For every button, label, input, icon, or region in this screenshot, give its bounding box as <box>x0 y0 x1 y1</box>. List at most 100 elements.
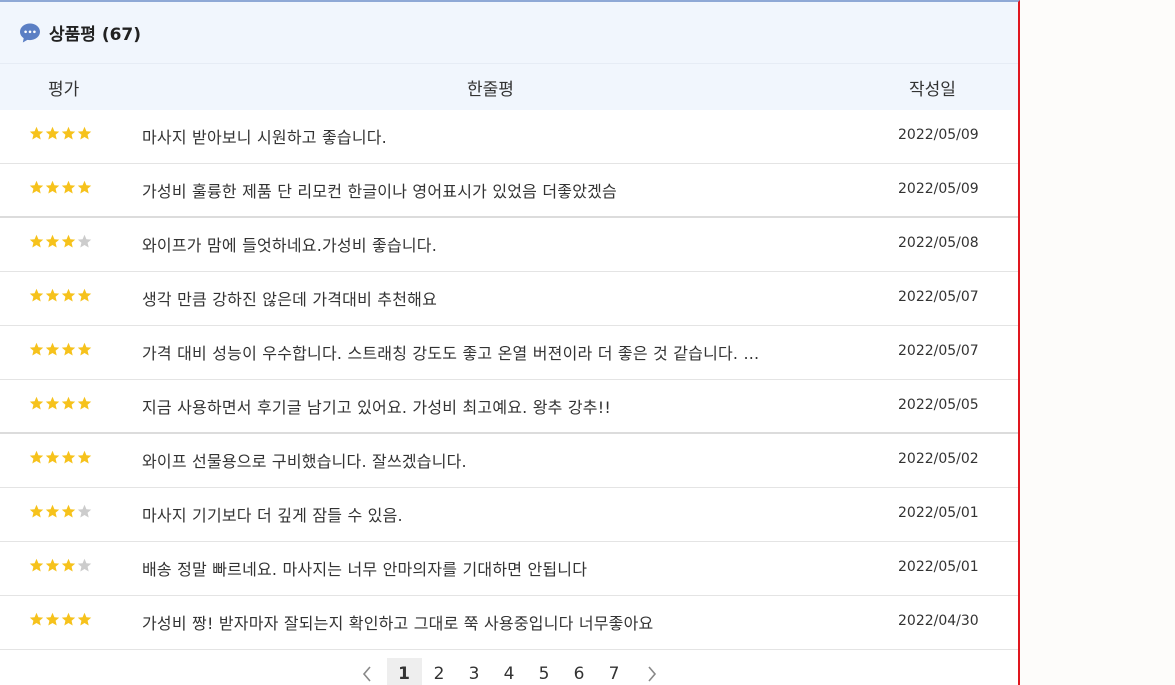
chat-bubble-icon <box>20 23 40 42</box>
star-filled-icon <box>61 612 76 626</box>
star-filled-icon <box>61 180 76 194</box>
star-rating <box>29 450 92 465</box>
review-date: 2022/05/08 <box>898 235 979 251</box>
pagination-next-button[interactable] <box>632 658 672 685</box>
review-row[interactable]: 배송 정말 빠르네요. 마사지는 너무 안마의자를 기대하면 안됩니다 2022… <box>0 542 1018 596</box>
review-row[interactable]: 가성비 짱! 받자마자 잘되는지 확인하고 그대로 쭉 사용중입니다 너무좋아요… <box>0 596 1018 650</box>
star-filled-icon <box>45 558 60 572</box>
star-filled-icon <box>29 558 44 572</box>
star-filled-icon <box>45 450 60 464</box>
review-row[interactable]: 지금 사용하면서 후기글 남기고 있어요. 가성비 최고예요. 왕추 강추!! … <box>0 380 1018 434</box>
chevron-left-icon <box>362 666 371 682</box>
review-text[interactable]: 마사지 받아보니 시원하고 좋습니다. <box>142 124 387 148</box>
star-rating <box>29 342 92 357</box>
review-text[interactable]: 와이프가 맘에 들엇하네요.가성비 좋습니다. <box>142 232 437 256</box>
page-button-5[interactable]: 5 <box>527 658 562 685</box>
star-empty-icon <box>77 558 92 572</box>
review-header: 상품평 (67) <box>0 2 1018 64</box>
star-filled-icon <box>77 396 92 410</box>
star-rating <box>29 612 92 627</box>
star-rating <box>29 558 92 573</box>
star-filled-icon <box>29 234 44 248</box>
star-filled-icon <box>29 450 44 464</box>
column-header-rating: 평가 <box>48 80 80 100</box>
star-filled-icon <box>77 126 92 140</box>
star-filled-icon <box>45 504 60 518</box>
page-button-7[interactable]: 7 <box>597 658 632 685</box>
blank-area <box>1020 0 1175 685</box>
star-filled-icon <box>29 180 44 194</box>
star-filled-icon <box>61 450 76 464</box>
review-row[interactable]: 마사지 받아보니 시원하고 좋습니다. 2022/05/09 <box>0 110 1018 164</box>
star-filled-icon <box>61 396 76 410</box>
star-empty-icon <box>77 234 92 248</box>
review-text[interactable]: 배송 정말 빠르네요. 마사지는 너무 안마의자를 기대하면 안됩니다 <box>142 556 587 580</box>
review-panel: 상품평 (67) 평가 한줄평 작성일 마사지 받아보니 시원하고 좋습니다. … <box>0 0 1020 685</box>
pagination-prev-button[interactable] <box>347 658 387 685</box>
star-filled-icon <box>77 450 92 464</box>
page-button-3[interactable]: 3 <box>457 658 492 685</box>
star-filled-icon <box>45 126 60 140</box>
page-button-4[interactable]: 4 <box>492 658 527 685</box>
page-button-1[interactable]: 1 <box>386 658 422 685</box>
review-list: 마사지 받아보니 시원하고 좋습니다. 2022/05/09 가성비 훌륭한 제… <box>0 110 1018 650</box>
star-filled-icon <box>61 342 76 356</box>
review-row[interactable]: 마사지 기기보다 더 깊게 잠들 수 있음. 2022/05/01 <box>0 488 1018 542</box>
page-button-6[interactable]: 6 <box>562 658 597 685</box>
star-filled-icon <box>45 180 60 194</box>
star-filled-icon <box>29 396 44 410</box>
review-row[interactable]: 가격 대비 성능이 우수합니다. 스트래칭 강도도 좋고 온열 버젼이라 더 좋… <box>0 326 1018 380</box>
star-filled-icon <box>61 504 76 518</box>
review-text[interactable]: 마사지 기기보다 더 깊게 잠들 수 있음. <box>142 502 403 526</box>
star-filled-icon <box>77 288 92 302</box>
review-date: 2022/05/07 <box>898 343 979 359</box>
review-text[interactable]: 와이프 선물용으로 구비했습니다. 잘쓰겠습니다. <box>142 448 467 472</box>
star-filled-icon <box>29 126 44 140</box>
star-filled-icon <box>77 612 92 626</box>
column-header-date: 작성일 <box>909 80 956 100</box>
star-filled-icon <box>77 342 92 356</box>
star-filled-icon <box>29 504 44 518</box>
review-date: 2022/05/09 <box>898 127 979 143</box>
column-header-row: 평가 한줄평 작성일 <box>0 64 1018 110</box>
chevron-right-icon <box>647 666 656 682</box>
pagination: 1 2 3 4 5 6 7 <box>0 658 1018 685</box>
star-filled-icon <box>45 342 60 356</box>
star-filled-icon <box>61 126 76 140</box>
review-date: 2022/05/01 <box>898 505 979 521</box>
review-text[interactable]: 가성비 훌륭한 제품 단 리모컨 한글이나 영어표시가 있었음 더좋았겠슴 <box>142 178 617 202</box>
review-date: 2022/05/01 <box>898 559 979 575</box>
review-text[interactable]: 가격 대비 성능이 우수합니다. 스트래칭 강도도 좋고 온열 버젼이라 더 좋… <box>142 340 759 364</box>
star-filled-icon <box>45 612 60 626</box>
star-filled-icon <box>61 234 76 248</box>
star-filled-icon <box>45 396 60 410</box>
star-filled-icon <box>29 342 44 356</box>
page-button-2[interactable]: 2 <box>422 658 457 685</box>
star-filled-icon <box>45 234 60 248</box>
review-section-title: 상품평 (67) <box>49 25 142 45</box>
star-filled-icon <box>61 558 76 572</box>
review-date: 2022/05/07 <box>898 289 979 305</box>
star-filled-icon <box>45 288 60 302</box>
review-date: 2022/05/05 <box>898 397 979 413</box>
star-filled-icon <box>61 288 76 302</box>
star-filled-icon <box>29 612 44 626</box>
review-text[interactable]: 생각 만큼 강하진 않은데 가격대비 추천해요 <box>142 286 437 310</box>
review-text[interactable]: 가성비 짱! 받자마자 잘되는지 확인하고 그대로 쭉 사용중입니다 너무좋아요 <box>142 610 653 634</box>
star-filled-icon <box>29 288 44 302</box>
star-rating <box>29 234 92 249</box>
star-empty-icon <box>77 504 92 518</box>
review-date: 2022/05/02 <box>898 451 979 467</box>
review-text[interactable]: 지금 사용하면서 후기글 남기고 있어요. 가성비 최고예요. 왕추 강추!! <box>142 394 611 418</box>
star-rating <box>29 504 92 519</box>
star-rating <box>29 126 92 141</box>
review-row[interactable]: 생각 만큼 강하진 않은데 가격대비 추천해요 2022/05/07 <box>0 272 1018 326</box>
star-rating <box>29 396 92 411</box>
review-date: 2022/04/30 <box>898 613 979 629</box>
column-header-review: 한줄평 <box>467 80 514 100</box>
star-rating <box>29 180 92 195</box>
review-row[interactable]: 와이프가 맘에 들엇하네요.가성비 좋습니다. 2022/05/08 <box>0 218 1018 272</box>
star-rating <box>29 288 92 303</box>
review-row[interactable]: 와이프 선물용으로 구비했습니다. 잘쓰겠습니다. 2022/05/02 <box>0 434 1018 488</box>
review-row[interactable]: 가성비 훌륭한 제품 단 리모컨 한글이나 영어표시가 있었음 더좋았겠슴 20… <box>0 164 1018 218</box>
